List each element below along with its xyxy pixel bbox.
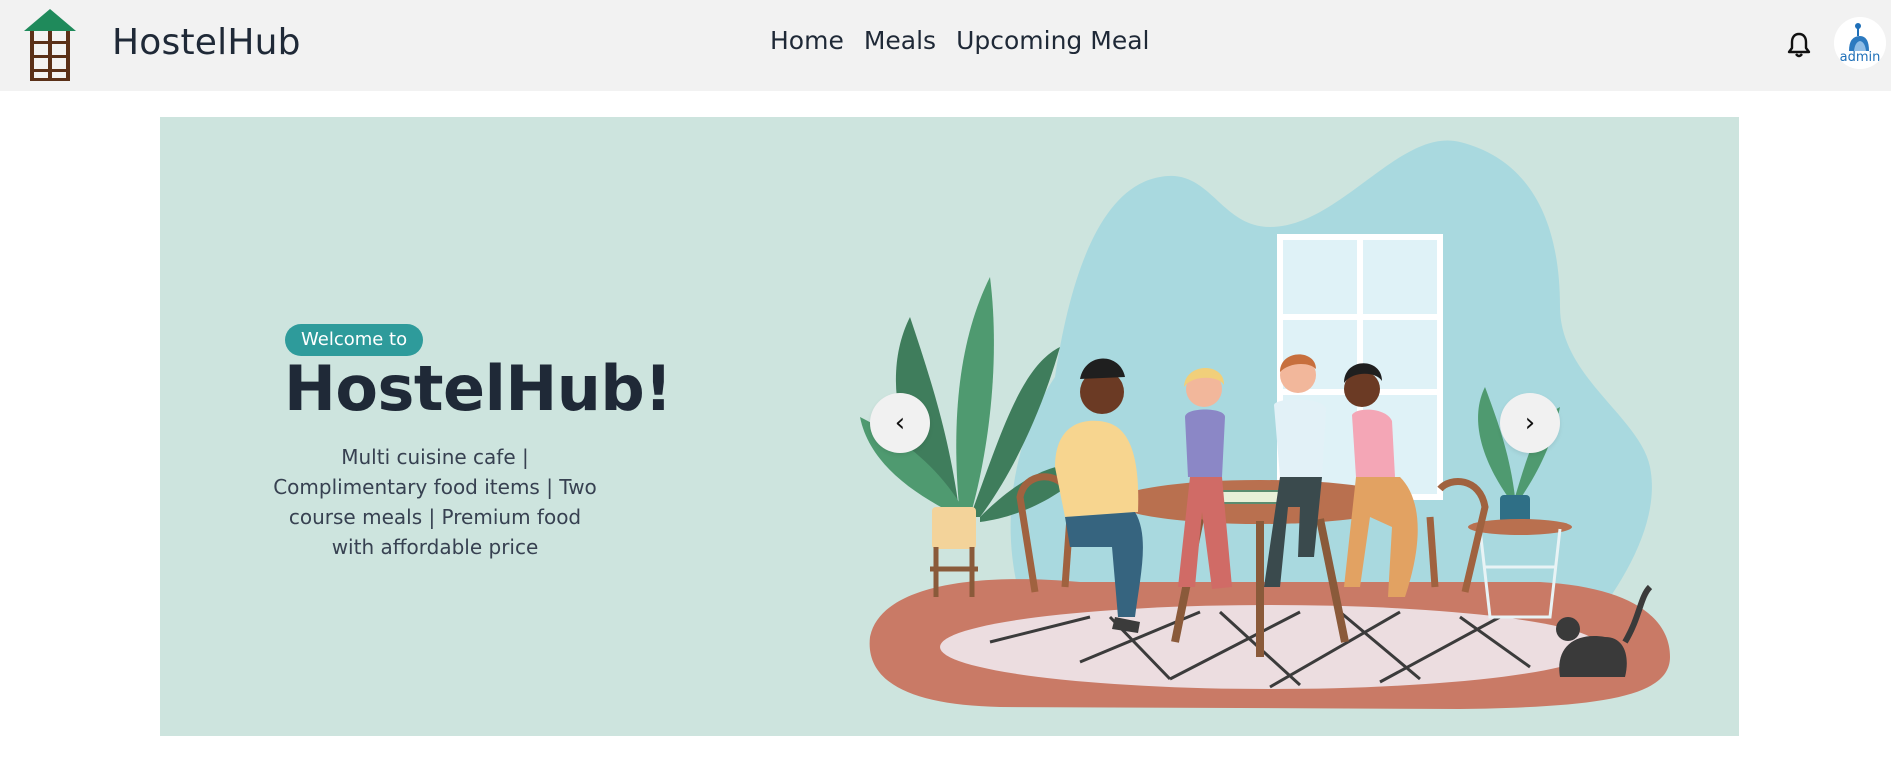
nav-link-upcoming-meal[interactable]: Upcoming Meal [956,26,1149,55]
hostel-logo-icon[interactable] [24,9,76,81]
avatar-label: admin [1839,50,1881,65]
carousel-next-button[interactable]: › [1500,393,1560,453]
dining-illustration [860,140,1670,709]
carousel-prev-button[interactable]: ‹ [870,393,930,453]
chevron-left-icon: ‹ [894,408,906,438]
bell-icon[interactable] [1786,31,1812,59]
main-nav: Home Meals Upcoming Meal [770,26,1149,55]
nav-link-home[interactable]: Home [770,26,844,55]
hero-banner: Welcome to HostelHub! Multi cuisine cafe… [160,117,1739,736]
brand-name[interactable]: HostelHub [112,22,301,63]
top-navbar: HostelHub Home Meals Upcoming Meal admin [0,0,1891,91]
user-avatar[interactable]: admin [1834,17,1886,69]
nav-link-meals[interactable]: Meals [864,26,936,55]
hero-description: Multi cuisine cafe | Complimentary food … [273,445,597,559]
chevron-right-icon: › [1524,408,1536,438]
hero-title: HostelHub! [284,352,673,425]
